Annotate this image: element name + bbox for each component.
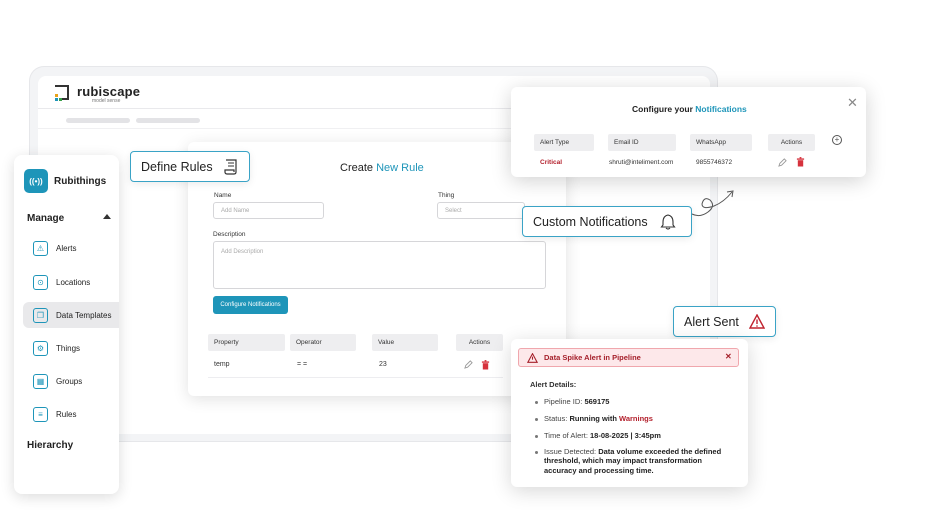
scroll-icon: ≡ [33,406,48,422]
rule-operator-cell: = = [297,361,308,368]
copy-icon: ❐ [33,307,48,323]
whatsapp-cell: 9855746372 [696,159,733,166]
sidebar-item-locations[interactable]: ⊙ Locations [23,269,119,295]
alert-type-cell: Critical [540,159,563,166]
notif-header-email: Email ID [608,134,676,151]
delete-icon[interactable] [796,157,805,167]
thing-label: Thing [438,192,455,199]
custom-notifications-callout: Custom Notifications [522,206,692,237]
name-input[interactable]: Add Name [213,202,324,219]
app-name: Rubithings [54,176,107,187]
title-prefix: Create [340,162,374,174]
sidebar-item-things[interactable]: ⚙ Things [23,335,119,361]
title-prefix: Configure your [632,104,693,114]
notif-header-alert-type: Alert Type [534,134,594,151]
description-textarea[interactable]: Add Description [213,241,546,289]
table-header-actions: Actions [456,334,503,351]
sidebar-item-groups[interactable]: ▦ Groups [23,368,119,394]
edit-icon[interactable] [778,158,787,167]
table-header-value: Value [372,334,438,351]
alert-pipeline-id: Pipeline ID: 569175 [535,397,735,406]
alert-banner-text: Data Spike Alert in Pipeline [544,353,641,362]
table-header-operator: Operator [290,334,356,351]
alert-sent-callout: Alert Sent [673,306,776,337]
table-row-divider [208,377,503,378]
alert-status: Status: Running with Warnings [535,414,735,423]
rubithings-icon: ((•)) [24,169,48,193]
breadcrumb-placeholder [66,118,130,123]
sidebar-item-alerts[interactable]: ⚠ Alerts [23,235,119,261]
chip-icon: ⚙ [33,340,48,356]
rubiscape-logo-icon [55,85,69,101]
alert-triangle-icon: ⚠ [33,240,48,256]
bell-icon [660,214,676,230]
dismiss-alert-icon[interactable]: ✕ [725,352,732,361]
warning-triangle-icon [748,314,765,329]
alert-time: Time of Alert: 18-08-2025 | 3:45pm [535,431,735,440]
email-cell: shruti@inteliment.com [609,159,674,166]
description-label: Description [213,231,246,238]
sidebar-item-label: Things [56,343,81,353]
callout-label: Custom Notifications [533,214,648,229]
sidebar-item-label: Alerts [56,243,77,253]
thing-select[interactable]: Select [437,202,525,219]
alert-issue: Issue Detected: Data volume exceeded the… [535,447,735,475]
edit-icon[interactable] [464,360,473,369]
alert-banner: Data Spike Alert in Pipeline [518,348,739,367]
create-rule-title: Create New Rule [340,162,424,174]
name-label: Name [214,192,232,199]
rule-value-cell: 23 [379,361,387,368]
table-header-property: Property [208,334,285,351]
notif-header-whatsapp: WhatsApp [690,134,752,151]
sidebar-item-data-templates[interactable]: ❐ Data Templates [23,302,119,328]
callout-label: Alert Sent [684,314,739,329]
define-rules-callout: Define Rules [130,151,250,182]
sidebar-item-label: Rules [56,409,77,419]
notif-header-actions: Actions [768,134,815,151]
alert-details-title: Alert Details: [530,380,577,389]
location-pin-icon: ⊙ [33,274,48,290]
sidebar-item-label: Groups [56,376,83,386]
brand-name: rubiscape [77,84,141,99]
title-accent: New Rule [376,162,424,174]
sidebar-item-label: Data Templates [56,310,112,320]
sidebar-item-label: Locations [56,277,91,287]
breadcrumb-placeholder [136,118,200,123]
configure-notifications-title: Configure your Notifications [632,104,747,114]
configure-notifications-card [511,87,866,177]
configure-notifications-button[interactable]: Configure Notifications [213,296,288,314]
callout-label: Define Rules [141,159,213,174]
grid-icon: ▦ [33,373,48,389]
warning-triangle-icon [527,352,538,363]
brand-tagline: model sense [92,98,121,104]
hierarchy-section-header[interactable]: Hierarchy [27,440,73,451]
close-icon[interactable]: ✕ [847,95,858,111]
manage-section-header[interactable]: Manage [27,213,64,224]
delete-icon[interactable] [481,360,490,370]
scroll-icon [223,159,237,175]
title-accent: Notifications [695,104,747,114]
rule-property-cell: temp [214,361,230,368]
sidebar-item-rules[interactable]: ≡ Rules [23,401,119,427]
connector-arrow-icon [691,190,734,217]
collapse-caret-icon[interactable] [103,214,111,219]
add-icon[interactable]: + [832,135,842,145]
